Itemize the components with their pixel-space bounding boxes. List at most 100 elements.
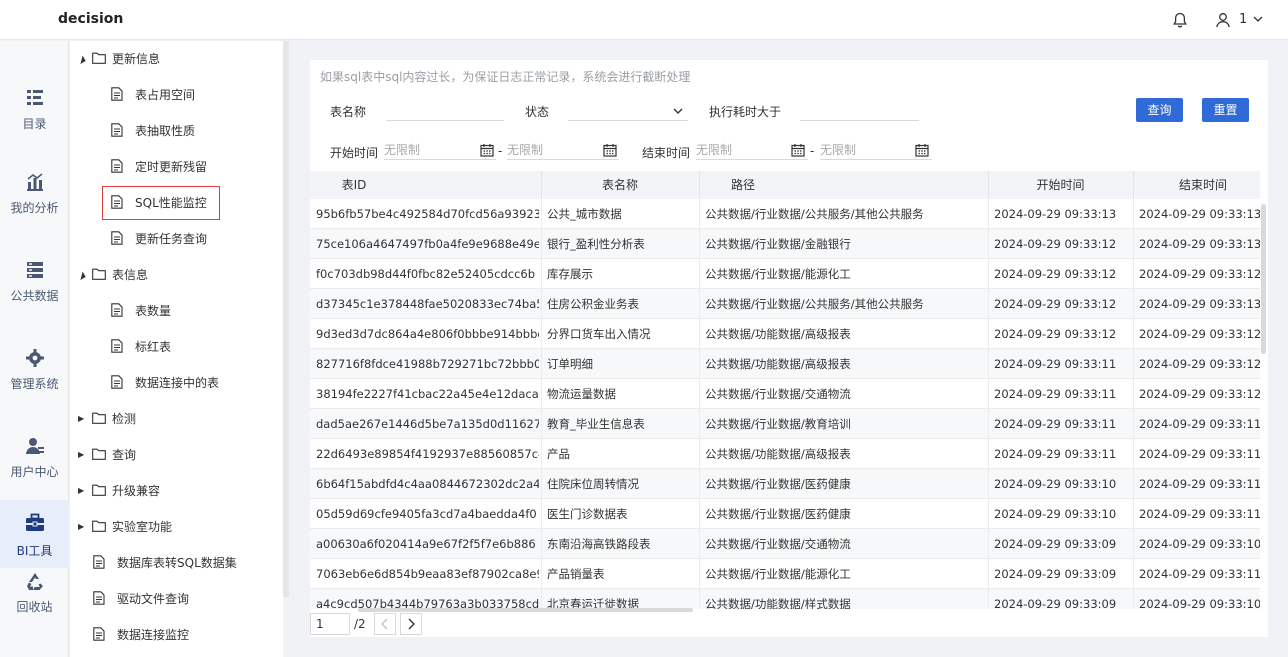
user-icon[interactable] <box>1214 11 1232 29</box>
tree-item-label: 实验室功能 <box>112 519 173 534</box>
table-row[interactable]: a00630a6f020414a9e67f2f5f7e6b886 东南沿海高铁路段… <box>310 529 1260 559</box>
public-data-icon <box>24 259 46 281</box>
table-cell: 公共_城市数据 <box>547 207 622 221</box>
tree-item[interactable]: 数据连接中的表 <box>111 372 219 392</box>
column-divider[interactable] <box>1133 171 1134 199</box>
table-horizontal-scrollbar[interactable] <box>358 608 693 612</box>
table-row[interactable]: 22d6493e89854f4192937e88560857c4 产品 公共数据/功… <box>310 439 1260 469</box>
cell-divider <box>699 349 700 379</box>
tree-item[interactable]: 更新任务查询 <box>111 228 207 248</box>
tree-item[interactable]: 定时更新残留 <box>111 156 207 176</box>
chevron-down-icon[interactable] <box>672 105 684 117</box>
tree-item[interactable]: 数据库表转SQL数据集 <box>93 552 237 572</box>
nav-item-3[interactable]: 管理系统 <box>0 347 69 413</box>
table-cell: 2024-09-29 09:33:11 <box>994 417 1117 431</box>
status-label: 状态 <box>525 105 550 119</box>
caret-down-icon[interactable]: ◢ <box>76 268 89 281</box>
tree-item[interactable]: 数据连接监控 <box>93 624 189 644</box>
tree-item-label: 更新任务查询 <box>135 231 208 246</box>
caret-down-icon[interactable]: ◢ <box>76 52 89 65</box>
tree-item[interactable]: 表数量 <box>111 300 171 320</box>
calendar-icon[interactable] <box>915 143 929 157</box>
caret-right-icon[interactable]: ▶ <box>78 450 88 459</box>
tree-item[interactable]: 表占用空间 <box>111 84 195 104</box>
table-row[interactable]: a4c9cd507b4344b79763a3b033758cd0 北京春运迁徙数据… <box>310 589 1260 609</box>
nav-item-label: 管理系统 <box>10 377 59 391</box>
column-header[interactable]: 表名称 <box>541 171 699 199</box>
tree-folder[interactable]: ◢ 更新信息 <box>76 48 160 68</box>
column-divider[interactable] <box>988 171 989 199</box>
tree-folder[interactable]: ▶ 查询 <box>78 444 136 464</box>
table-cell: 住院床位周转情况 <box>547 477 639 491</box>
query-button[interactable]: 查询 <box>1136 98 1183 122</box>
table-row[interactable]: 827716f8fdce41988b729271bc72bbb0 订单明细 公共数据… <box>310 349 1260 379</box>
table-header: 表ID 表名称 路径 开始时间 结束时间 <box>310 171 1260 199</box>
tree-item-label: 定时更新残留 <box>135 159 208 174</box>
tree-scrollbar[interactable] <box>283 41 289 597</box>
nav-item-2[interactable]: 公共数据 <box>0 259 69 325</box>
table-row[interactable]: 95b6fb57be4c492584d70fcd56a93923 公共_城市数据 公… <box>310 199 1260 229</box>
tree-item[interactable]: 标红表 <box>111 336 171 356</box>
cell-divider <box>1133 469 1134 499</box>
table-cell: 公共数据/功能数据/样式数据 <box>705 597 851 609</box>
table-cell: 北京春运迁徙数据 <box>547 597 639 609</box>
table-body: 95b6fb57be4c492584d70fcd56a93923 公共_城市数据公… <box>310 199 1260 609</box>
table-row[interactable]: 6b64f15abdfd4c4aa0844672302dc2a4 住院床位周转情况… <box>310 469 1260 499</box>
cell-divider <box>699 289 700 319</box>
cell-divider <box>541 289 542 319</box>
nav-item-label: 公共数据 <box>10 289 59 303</box>
table-row[interactable]: 7063eb6e6d854b9eaa83ef87902ca8e9 产品销量表 公共数… <box>310 559 1260 589</box>
nav-item-6[interactable]: 回收站 <box>0 570 69 636</box>
calendar-icon[interactable] <box>791 143 805 157</box>
table-row[interactable]: dad5ae267e1446d5be7a135d0d11627e 教育_毕业生信息… <box>310 409 1260 439</box>
calendar-icon[interactable] <box>603 143 617 157</box>
next-page-button[interactable] <box>400 613 422 635</box>
table-cell: 分界口货车出入情况 <box>547 327 651 341</box>
table-cell: 住房公积金业务表 <box>547 297 639 311</box>
table-cell: 2024-09-29 09:33:12 <box>994 327 1117 341</box>
calendar-icon[interactable] <box>480 143 494 157</box>
column-divider[interactable] <box>699 171 700 199</box>
prev-page-button[interactable] <box>374 613 396 635</box>
table-row[interactable]: 75ce106a4647497fb0a4fe9e9688e49e 银行_盈利性分析… <box>310 229 1260 259</box>
tree-item[interactable]: 驱动文件查询 <box>93 588 189 608</box>
chevron-down-icon[interactable] <box>1252 13 1264 25</box>
table-row[interactable]: 38194fe2227f41cbac22a45e4e12daca 物流运量数据 公共… <box>310 379 1260 409</box>
nav-item-4[interactable]: 用户中心 <box>0 435 69 501</box>
tree-item[interactable]: 表抽取性质 <box>111 120 195 140</box>
cell-divider <box>699 469 700 499</box>
user-name[interactable]: 1 <box>1239 12 1247 27</box>
tree-folder[interactable]: ▶ 检测 <box>78 408 136 428</box>
bell-icon[interactable] <box>1171 11 1189 29</box>
nav-item-1[interactable]: 我的分析 <box>0 171 69 237</box>
table-row[interactable]: d37345c1e378448fae5020833ec74ba5 住房公积金业务表… <box>310 289 1260 319</box>
cell-divider <box>1133 259 1134 289</box>
column-header[interactable]: 路径 <box>699 171 787 199</box>
exec-time-input[interactable] <box>800 99 919 121</box>
nav-item-5[interactable]: BI工具 <box>0 500 69 568</box>
column-header[interactable]: 结束时间 <box>1133 171 1273 199</box>
nav-item-0[interactable]: 目录 <box>0 87 69 153</box>
column-divider[interactable] <box>541 171 542 199</box>
tree-folder[interactable]: ▶ 实验室功能 <box>78 516 172 536</box>
page-number-input[interactable]: 1 <box>310 613 350 635</box>
document-icon <box>93 555 105 569</box>
table-name-input[interactable] <box>386 99 504 121</box>
column-header[interactable]: 表ID <box>310 171 398 199</box>
caret-right-icon[interactable]: ▶ <box>78 414 88 423</box>
table-row[interactable]: 9d3ed3d7dc864a4e806f0bbbe914bbbd 分界口货车出入情… <box>310 319 1260 349</box>
caret-right-icon[interactable]: ▶ <box>78 486 88 495</box>
table-row[interactable]: f0c703db98d44f0fbc82e52405cdcc6b 库存展示 公共数据… <box>310 259 1260 289</box>
reset-button[interactable]: 重置 <box>1202 98 1249 122</box>
table-vertical-scrollbar[interactable] <box>1261 204 1266 354</box>
column-header[interactable]: 开始时间 <box>988 171 1133 199</box>
tree-folder[interactable]: ▶ 升级兼容 <box>78 480 160 500</box>
table-row[interactable]: 05d59d69cfe9405fa3cd7a4baedda4f0 医生门诊数据表 公… <box>310 499 1260 529</box>
tree-item-label: 升级兼容 <box>112 483 161 498</box>
table-cell: 2024-09-29 09:33:11 <box>1139 507 1260 521</box>
caret-right-icon[interactable]: ▶ <box>78 522 88 531</box>
tree-folder[interactable]: ◢ 表信息 <box>76 264 148 284</box>
cell-divider <box>1133 589 1134 609</box>
tree-item-label: 表数量 <box>135 303 172 318</box>
status-select[interactable] <box>568 99 688 121</box>
